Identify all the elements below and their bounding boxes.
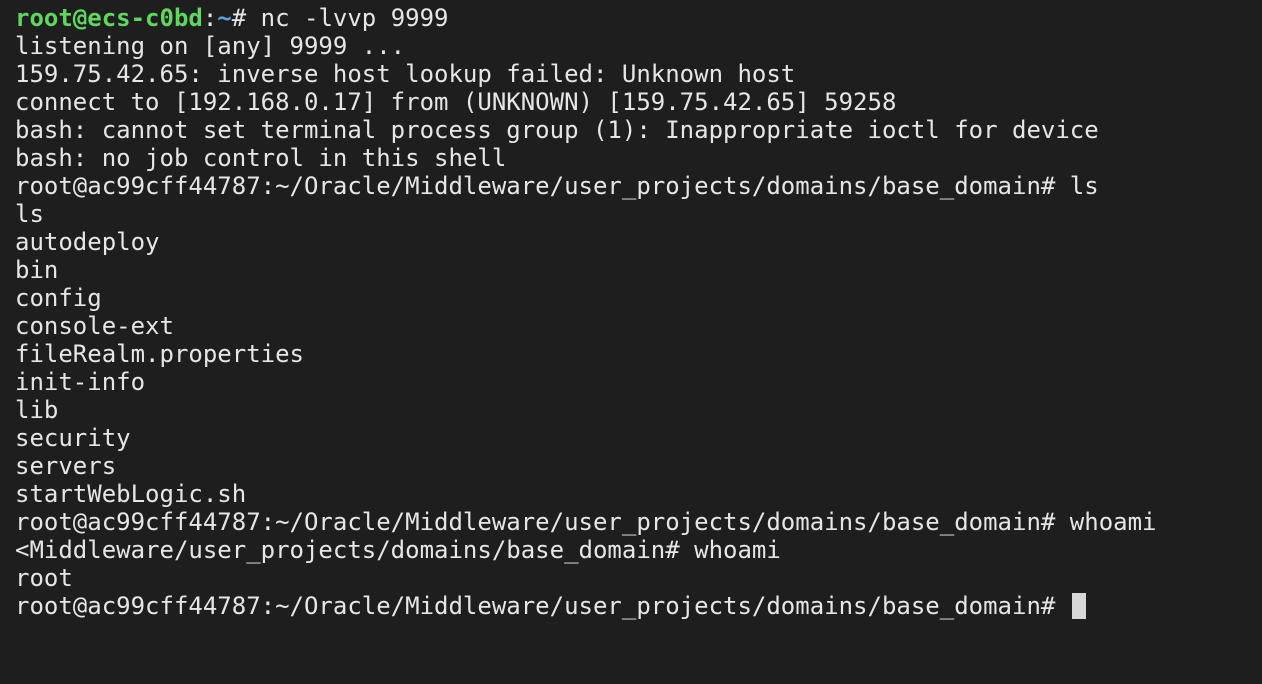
output-line: ls [15,200,44,228]
output-line: bash: cannot set terminal process group … [15,116,1099,144]
prompt-command: nc -lvvp 9999 [260,4,449,32]
remote-prompt: root@ac99cff44787:~/Oracle/Middleware/us… [15,592,1070,620]
directory-entry: config [15,284,102,312]
directory-entry: init-info [15,368,146,396]
terminal-window[interactable]: root@ecs-c0bd:~# nc -lvvp 9999 listening… [0,0,1262,684]
cursor-block[interactable] [1071,593,1086,619]
output-line: root [15,564,73,592]
directory-entry: servers [15,452,117,480]
directory-entry: fileRealm.properties [15,340,304,368]
directory-entry: security [15,424,131,452]
remote-prompt-line: root@ac99cff44787:~/Oracle/Middleware/us… [15,172,1099,200]
remote-prompt-line: root@ac99cff44787:~/Oracle/Middleware/us… [15,508,1157,536]
output-line: listening on [any] 9999 ... [15,32,406,60]
output-line: <Middleware/user_projects/domains/base_d… [15,536,781,564]
prompt-path: ~ [217,4,232,32]
directory-entry: lib [15,396,59,424]
prompt-user-host: root@ecs-c0bd [15,4,203,32]
directory-entry: autodeploy [15,228,160,256]
prompt-colon: : [202,4,218,32]
output-line: 159.75.42.65: inverse host lookup failed… [15,60,796,88]
output-line: connect to [192.168.0.17] from (UNKNOWN)… [15,88,897,116]
directory-entry: bin [15,256,59,284]
active-prompt-line[interactable]: root@ac99cff44787:~/Oracle/Middleware/us… [15,592,1262,620]
prompt-symbol: # [231,4,261,32]
local-prompt-line: root@ecs-c0bd:~# nc -lvvp 9999 [15,4,1262,32]
directory-entry: console-ext [15,312,174,340]
output-line: bash: no job control in this shell [15,144,507,172]
directory-entry: startWebLogic.sh [15,480,247,508]
